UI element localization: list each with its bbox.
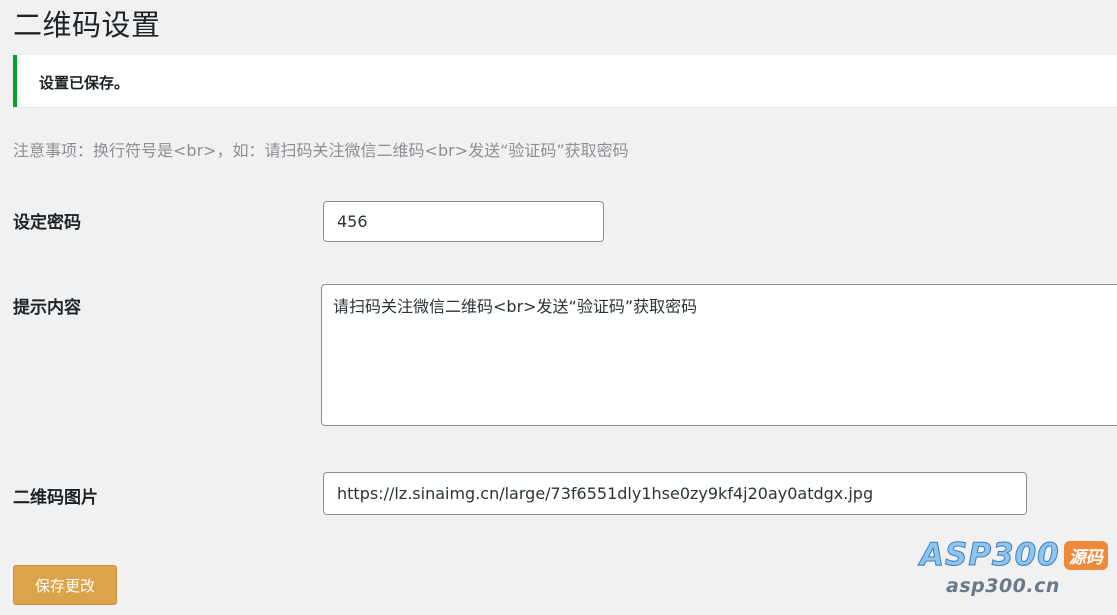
save-changes-button[interactable]: 保存更改 (13, 565, 117, 605)
password-label: 设定密码 (13, 213, 81, 233)
tip-label: 提示内容 (13, 298, 81, 318)
settings-page: 二维码设置 设置已保存。 注意事项：换行符号是<br>，如：请扫码关注微信二维码… (0, 0, 1117, 615)
usage-note: 注意事项：换行符号是<br>，如：请扫码关注微信二维码<br>发送“验证码”获取… (13, 141, 629, 160)
notice-text: 设置已保存。 (39, 74, 130, 92)
watermark-logo: ASP300 源码 asp300.cn (920, 537, 1115, 607)
watermark-brand: ASP300 (920, 537, 1060, 574)
page-title: 二维码设置 (13, 8, 161, 42)
success-notice: 设置已保存。 (13, 55, 1117, 107)
watermark-url: asp300.cn (946, 575, 1060, 597)
tip-textarea[interactable]: 请扫码关注微信二维码<br>发送“验证码”获取密码 (321, 284, 1117, 426)
watermark-badge: 源码 (1063, 540, 1108, 570)
qrcode-label: 二维码图片 (13, 488, 98, 508)
password-input[interactable]: 456 (323, 201, 604, 242)
qrcode-url-input[interactable]: https://lz.sinaimg.cn/large/73f6551dly1h… (323, 472, 1027, 515)
